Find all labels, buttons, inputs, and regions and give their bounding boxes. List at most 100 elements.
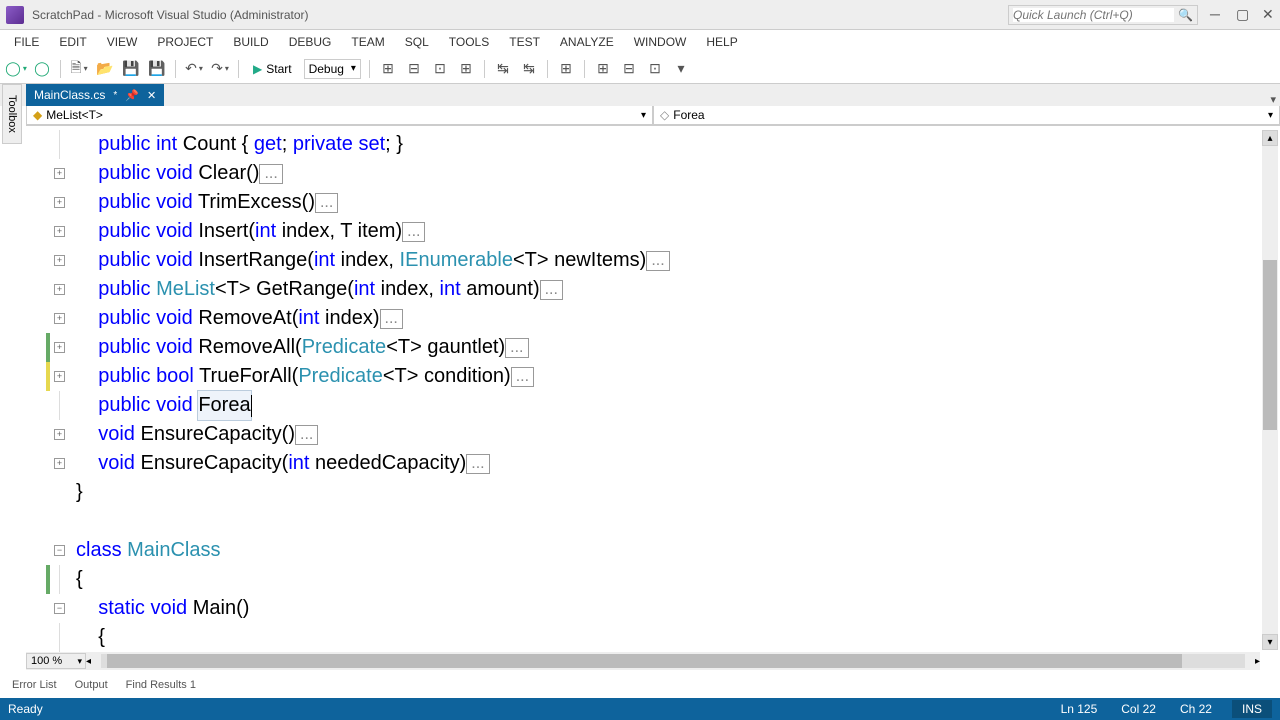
folded-region[interactable]: ...: [466, 454, 489, 474]
menu-window[interactable]: WINDOW: [626, 33, 695, 51]
fold-button[interactable]: +: [54, 458, 65, 469]
undo-button[interactable]: ↶: [184, 59, 204, 79]
pin-icon[interactable]: 📌: [125, 89, 139, 102]
nav-forward-button[interactable]: ◯: [32, 59, 52, 79]
minimize-button[interactable]: ─: [1210, 9, 1222, 21]
menu-build[interactable]: BUILD: [225, 33, 276, 51]
toolbar: ◯ ◯ 🗎 📂 💾 💾 ↶ ↷ ▶ Start Debug ⊞ ⊟ ⊡ ⊞ ↹ ↹…: [0, 54, 1280, 84]
vertical-scrollbar[interactable]: ▴ ▾: [1262, 130, 1278, 650]
tool-btn[interactable]: ⊟: [404, 59, 424, 79]
fold-button[interactable]: +: [54, 197, 65, 208]
start-label: Start: [266, 62, 291, 76]
close-button[interactable]: ✕: [1262, 9, 1274, 21]
config-select[interactable]: Debug: [304, 59, 361, 79]
menu-view[interactable]: VIEW: [99, 33, 146, 51]
tab-find-results[interactable]: Find Results 1: [118, 677, 204, 693]
window-title: ScratchPad - Microsoft Visual Studio (Ad…: [32, 8, 1008, 22]
fold-button[interactable]: +: [54, 429, 65, 440]
toolbar-separator: [175, 60, 176, 78]
zoom-select[interactable]: 100 %: [26, 653, 86, 669]
scroll-up-button[interactable]: ▴: [1262, 130, 1278, 146]
menu-test[interactable]: TEST: [501, 33, 548, 51]
fold-button[interactable]: +: [54, 226, 65, 237]
tool-btn[interactable]: ⊟: [619, 59, 639, 79]
menu-debug[interactable]: DEBUG: [281, 33, 340, 51]
toolbar-separator: [369, 60, 370, 78]
scroll-right-button[interactable]: ▸: [1255, 656, 1260, 667]
toolbar-separator: [547, 60, 548, 78]
menu-team[interactable]: TEAM: [343, 33, 392, 51]
folded-region[interactable]: ...: [295, 425, 318, 445]
fold-button[interactable]: −: [54, 603, 65, 614]
tab-mainclass[interactable]: MainClass.cs* 📌 ✕: [26, 84, 164, 106]
folded-region[interactable]: ...: [540, 280, 563, 300]
tool-btn[interactable]: ↹: [493, 59, 513, 79]
status-bar: Ready Ln 125 Col 22 Ch 22 INS: [0, 698, 1280, 720]
class-selector[interactable]: ◆ MeList<T>: [26, 106, 653, 125]
save-all-button[interactable]: 💾: [147, 59, 167, 79]
tool-btn[interactable]: ⊡: [645, 59, 665, 79]
menu-tools[interactable]: TOOLS: [441, 33, 497, 51]
tab-overflow-button[interactable]: ▾: [1270, 93, 1276, 106]
folded-region[interactable]: ...: [646, 251, 669, 271]
open-file-button[interactable]: 📂: [95, 59, 115, 79]
folded-region[interactable]: ...: [511, 367, 534, 387]
fold-button[interactable]: +: [54, 371, 65, 382]
class-label: MeList<T>: [46, 108, 103, 122]
tab-output[interactable]: Output: [67, 677, 116, 693]
menu-analyze[interactable]: ANALYZE: [552, 33, 622, 51]
play-icon: ▶: [253, 62, 262, 76]
tool-btn[interactable]: ⊞: [556, 59, 576, 79]
bottom-panel-tabs: Error List Output Find Results 1: [4, 674, 204, 696]
scroll-left-button[interactable]: ◂: [86, 656, 91, 667]
folded-region[interactable]: ...: [315, 193, 338, 213]
close-tab-icon[interactable]: ✕: [147, 89, 156, 102]
menu-project[interactable]: PROJECT: [149, 33, 221, 51]
fold-button[interactable]: −: [54, 545, 65, 556]
tool-btn[interactable]: ⊞: [456, 59, 476, 79]
menu-edit[interactable]: EDIT: [51, 33, 94, 51]
fold-button[interactable]: +: [54, 168, 65, 179]
text-caret: [251, 395, 252, 417]
fold-button[interactable]: +: [54, 313, 65, 324]
folded-region[interactable]: ...: [380, 309, 403, 329]
scroll-thumb[interactable]: [1263, 260, 1277, 430]
menu-sql[interactable]: SQL: [397, 33, 437, 51]
quick-launch-input[interactable]: 🔍: [1008, 5, 1198, 25]
tab-error-list[interactable]: Error List: [4, 677, 65, 693]
redo-button[interactable]: ↷: [210, 59, 230, 79]
quick-launch-field[interactable]: [1013, 8, 1174, 22]
tab-filename: MainClass.cs: [34, 88, 105, 102]
tool-btn[interactable]: ⊡: [430, 59, 450, 79]
scroll-down-button[interactable]: ▾: [1262, 634, 1278, 650]
save-button[interactable]: 💾: [121, 59, 141, 79]
folded-region[interactable]: ...: [402, 222, 425, 242]
class-icon: ◆: [33, 108, 42, 122]
tool-btn[interactable]: ⊞: [593, 59, 613, 79]
current-line[interactable]: public void Forea: [26, 391, 1260, 420]
fold-button[interactable]: +: [54, 342, 65, 353]
fold-button[interactable]: +: [54, 255, 65, 266]
code-editor[interactable]: public int Count { get; private set; } +…: [26, 130, 1260, 670]
status-ins: INS: [1232, 700, 1272, 718]
toolbox-panel-tab[interactable]: Toolbox: [2, 84, 22, 144]
fold-button[interactable]: +: [54, 284, 65, 295]
toolbar-separator: [584, 60, 585, 78]
folded-region[interactable]: ...: [259, 164, 282, 184]
hscroll-thumb[interactable]: [107, 654, 1182, 668]
menu-bar: FILE EDIT VIEW PROJECT BUILD DEBUG TEAM …: [0, 30, 1280, 54]
vs-logo-icon: [6, 6, 24, 24]
tool-btn[interactable]: ⊞: [378, 59, 398, 79]
toolbar-separator: [238, 60, 239, 78]
toolbar-overflow[interactable]: ▾: [671, 59, 691, 79]
horizontal-scrollbar[interactable]: [101, 654, 1245, 668]
nav-back-button[interactable]: ◯: [6, 59, 26, 79]
maximize-button[interactable]: ▢: [1236, 9, 1248, 21]
folded-region[interactable]: ...: [505, 338, 528, 358]
menu-file[interactable]: FILE: [6, 33, 47, 51]
menu-help[interactable]: HELP: [698, 33, 745, 51]
tool-btn[interactable]: ↹: [519, 59, 539, 79]
member-selector[interactable]: ◇ Forea: [653, 106, 1280, 125]
new-project-button[interactable]: 🗎: [69, 59, 89, 79]
start-debug-button[interactable]: ▶ Start: [247, 60, 298, 78]
